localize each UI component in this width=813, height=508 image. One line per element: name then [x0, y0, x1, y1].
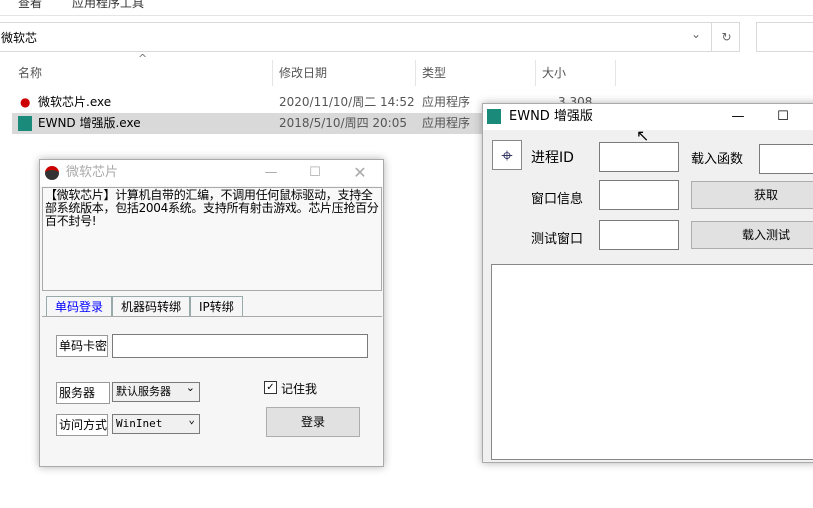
access-label: 访问方式: [56, 414, 109, 436]
col-size[interactable]: 大小: [536, 60, 616, 86]
ewnd-app-icon: [18, 116, 32, 131]
search-box[interactable]: [756, 22, 813, 52]
window-title: 微软芯片: [66, 165, 119, 180]
tab-panel: 单码卡密 服务器 默认服务器 访问方式 WinInet ✓ 记住我 登录: [42, 316, 382, 466]
wininfo-input[interactable]: [599, 180, 679, 210]
get-button[interactable]: 获取: [691, 181, 813, 209]
address-text: 微软芯: [1, 31, 38, 45]
login-button[interactable]: 登录: [266, 407, 360, 437]
col-name[interactable]: 名称: [12, 60, 273, 86]
maximize-button[interactable]: ☐: [768, 104, 798, 130]
chevron-down-icon[interactable]: ⌄: [691, 27, 701, 41]
col-date[interactable]: 修改日期: [273, 60, 416, 86]
ewnd-app-icon: [487, 109, 501, 124]
server-select[interactable]: 默认服务器: [112, 379, 200, 402]
tab-ip-rebind[interactable]: IP转绑: [190, 296, 243, 316]
file-row[interactable]: ● 微软芯片.exe 2020/11/10/周二 14:52 应用程序 3,30…: [12, 92, 592, 130]
pid-input[interactable]: [599, 142, 679, 172]
wininfo-label: 窗口信息: [531, 192, 584, 207]
maximize-button[interactable]: ☐: [300, 160, 330, 186]
description-text: 【微软芯片】计算机自带的汇编，不调用任何鼠标驱动，支持全部系统版本，包括2004…: [42, 187, 382, 291]
remember-label: 记住我: [281, 382, 318, 396]
access-select[interactable]: WinInet: [112, 411, 200, 434]
minimize-button[interactable]: —: [723, 104, 753, 130]
mouse-cursor-icon: ↖: [636, 126, 650, 145]
test-window-label: 测试窗口: [531, 232, 584, 247]
close-button[interactable]: ✕: [345, 160, 375, 186]
test-window-input[interactable]: [599, 220, 679, 250]
ribbon: 查看 应用程序工具: [0, 0, 813, 16]
tab-app-tools[interactable]: 应用程序工具: [72, 0, 144, 11]
window-title: EWND 增强版: [509, 109, 593, 124]
tab-single-code-login[interactable]: 单码登录: [46, 296, 113, 316]
output-area[interactable]: [491, 264, 813, 460]
server-label: 服务器: [56, 382, 110, 404]
chip-app-icon: ●: [20, 95, 31, 109]
col-type[interactable]: 类型: [416, 60, 536, 86]
crosshair-target-icon[interactable]: ⌖: [492, 140, 522, 170]
minimize-button[interactable]: —: [256, 160, 286, 186]
file-row-selected[interactable]: EWND 增强版.exe 2018/5/10/周四 20:05 应用程序: [12, 113, 482, 134]
title-bar[interactable]: 微软芯片 — ☐ ✕: [40, 160, 383, 186]
refresh-icon[interactable]: ↻: [711, 23, 741, 51]
ewnd-window: EWND 增强版 — ☐ ⌖ 进程ID 载入函数 窗口信息 获取 测试窗口 载入…: [482, 103, 813, 463]
load-test-button[interactable]: 载入测试: [691, 221, 813, 249]
remember-checkbox[interactable]: ✓: [264, 381, 277, 394]
load-func-input[interactable]: [759, 144, 813, 174]
chip-window: 微软芯片 — ☐ ✕ 【微软芯片】计算机自带的汇编，不调用任何鼠标驱动，支持全部…: [39, 159, 384, 467]
chip-app-icon: [45, 166, 59, 180]
tab-machine-rebind[interactable]: 机器码转绑: [112, 296, 191, 316]
pid-label: 进程ID: [531, 150, 574, 166]
tab-strip: 单码登录 机器码转绑 IP转绑: [46, 296, 386, 318]
card-input[interactable]: [112, 334, 368, 358]
tab-view[interactable]: 查看: [18, 0, 42, 11]
address-bar[interactable]: 微软芯 ⌄ ↻: [0, 22, 740, 52]
load-func-label: 载入函数: [691, 152, 744, 167]
card-label: 单码卡密: [56, 335, 109, 357]
